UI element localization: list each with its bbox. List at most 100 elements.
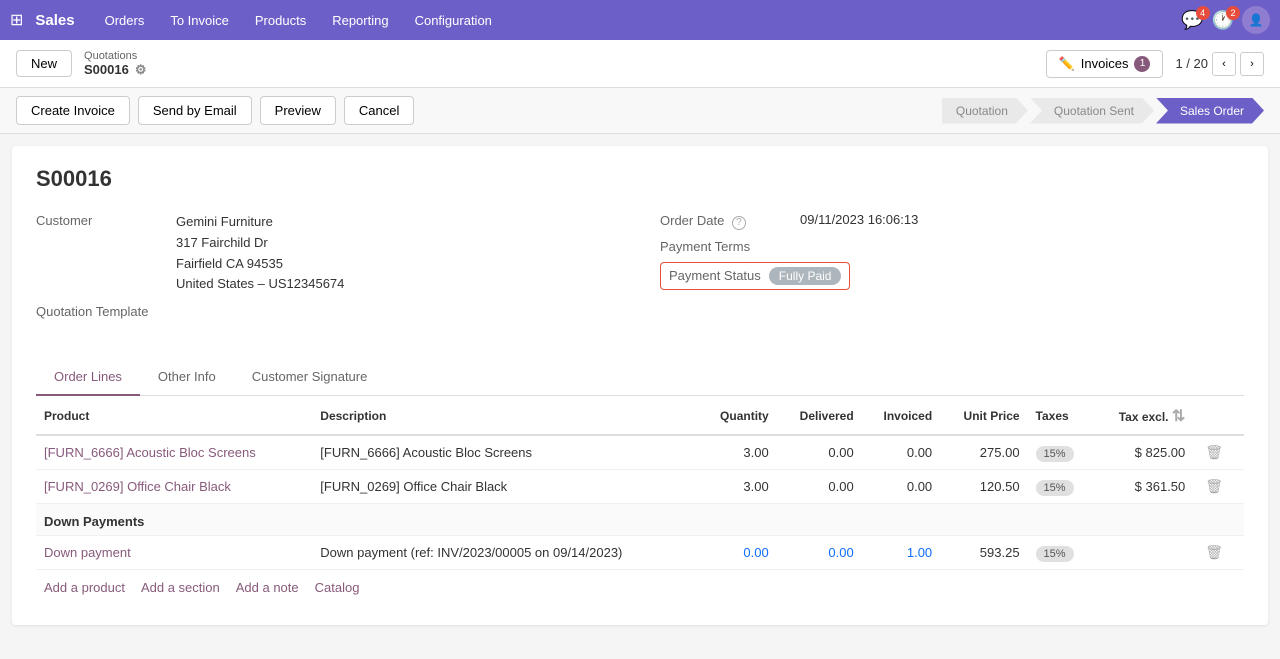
add-section-link[interactable]: Add a section: [141, 580, 220, 595]
next-page-button[interactable]: ›: [1240, 52, 1264, 76]
tab-other-info[interactable]: Other Info: [140, 359, 234, 396]
down-payment-description: Down payment (ref: INV/2023/00005 on 09/…: [312, 536, 698, 570]
create-invoice-button[interactable]: Create Invoice: [16, 96, 130, 125]
description-1: [FURN_6666] Acoustic Bloc Screens: [312, 435, 698, 470]
catalog-link[interactable]: Catalog: [315, 580, 360, 595]
taxes-2: 15%: [1028, 470, 1094, 504]
topnav-right: 💬 4 🕐 2 👤: [1181, 6, 1270, 34]
quotation-template-row: Quotation Template: [36, 303, 620, 319]
action-bar: Create Invoice Send by Email Preview Can…: [0, 88, 1280, 134]
delete-row-1-button[interactable]: 🗑: [1201, 442, 1227, 462]
customer-row: Customer Gemini Furniture 317 Fairchild …: [36, 212, 620, 295]
menu-to-invoice[interactable]: To Invoice: [160, 9, 239, 32]
col-quantity: Quantity: [698, 396, 776, 435]
invoiced-2: 0.00: [862, 470, 940, 504]
order-form: Customer Gemini Furniture 317 Fairchild …: [36, 212, 1244, 339]
customer-country: United States – US12345674: [176, 274, 344, 295]
order-table: Product Description Quantity Delivered I…: [36, 396, 1244, 570]
order-title: S00016: [36, 166, 1244, 192]
tabs: Order Lines Other Info Customer Signatur…: [36, 359, 1244, 396]
table-row: [FURN_6666] Acoustic Bloc Screens [FURN_…: [36, 435, 1244, 470]
pagination: 1 / 20 ‹ ›: [1175, 52, 1264, 76]
menu-orders[interactable]: Orders: [95, 9, 155, 32]
product-link-1[interactable]: [FURN_6666] Acoustic Bloc Screens: [44, 445, 256, 460]
add-note-link[interactable]: Add a note: [236, 580, 299, 595]
add-product-link[interactable]: Add a product: [44, 580, 125, 595]
delivered-1: 0.00: [777, 435, 862, 470]
main-content: S00016 Customer Gemini Furniture 317 Fai…: [12, 146, 1268, 625]
payment-terms-row: Payment Terms: [660, 238, 1244, 254]
app-name[interactable]: Sales: [35, 12, 74, 29]
down-payment-product[interactable]: Down payment: [44, 545, 131, 560]
payment-status-row: Payment Status Fully Paid: [660, 262, 1244, 290]
status-quotation[interactable]: Quotation: [942, 98, 1028, 124]
prev-page-button[interactable]: ‹: [1212, 52, 1236, 76]
quantity-1: 3.00: [698, 435, 776, 470]
new-button[interactable]: New: [16, 50, 72, 77]
down-payments-section: Down Payments: [36, 504, 1244, 536]
down-payment-taxes: 15%: [1028, 536, 1094, 570]
delivered-2: 0.00: [777, 470, 862, 504]
order-date-value: 09/11/2023 16:06:13: [800, 212, 918, 227]
tax-excl-2: $ 361.50: [1093, 470, 1193, 504]
table-row: [FURN_0269] Office Chair Black [FURN_026…: [36, 470, 1244, 504]
status-quotation-sent[interactable]: Quotation Sent: [1030, 98, 1154, 124]
customer-name[interactable]: Gemini Furniture: [176, 212, 344, 233]
tax-excl-1: $ 825.00: [1093, 435, 1193, 470]
col-description: Description: [312, 396, 698, 435]
col-taxes: Taxes: [1028, 396, 1094, 435]
messages-badge: 4: [1196, 6, 1210, 20]
menu-reporting[interactable]: Reporting: [322, 9, 398, 32]
down-payment-unit-price: 593.25: [940, 536, 1027, 570]
unit-price-2: 120.50: [940, 470, 1027, 504]
down-payment-invoiced: 1.00: [862, 536, 940, 570]
menu-products[interactable]: Products: [245, 9, 316, 32]
delete-row-2-button[interactable]: 🗑: [1201, 476, 1227, 496]
activities-icon[interactable]: 🕐 2: [1212, 10, 1234, 31]
invoices-button[interactable]: ✏️ Invoices 1: [1046, 50, 1164, 78]
reorder-columns-icon[interactable]: ⇅: [1172, 408, 1185, 425]
order-date-help-icon[interactable]: ?: [732, 216, 746, 230]
invoices-label: Invoices: [1081, 56, 1129, 71]
user-avatar[interactable]: 👤: [1242, 6, 1270, 34]
unit-price-1: 275.00: [940, 435, 1027, 470]
down-payment-quantity: 0.00: [698, 536, 776, 570]
cancel-button[interactable]: Cancel: [344, 96, 414, 125]
grid-icon[interactable]: ⊞: [10, 10, 23, 30]
add-row-actions: Add a product Add a section Add a note C…: [36, 570, 1244, 605]
col-tax-excl: Tax excl. ⇅: [1093, 396, 1193, 435]
fully-paid-badge: Fully Paid: [769, 267, 842, 285]
down-payment-delivered: 0.00: [777, 536, 862, 570]
breadcrumb-current: S00016: [84, 62, 129, 77]
delete-down-payment-button[interactable]: 🗑: [1201, 542, 1227, 562]
activities-badge: 2: [1226, 6, 1240, 20]
col-invoiced: Invoiced: [862, 396, 940, 435]
status-sales-order[interactable]: Sales Order: [1156, 98, 1264, 124]
down-payment-tax-excl: [1093, 536, 1193, 570]
payment-status-box: Payment Status Fully Paid: [660, 262, 850, 290]
tab-customer-signature[interactable]: Customer Signature: [234, 359, 386, 396]
status-trail: Quotation Quotation Sent Sales Order: [942, 98, 1264, 124]
customer-details: Gemini Furniture 317 Fairchild Dr Fairfi…: [176, 212, 344, 295]
menu-configuration[interactable]: Configuration: [405, 9, 502, 32]
settings-gear-icon[interactable]: ⚙: [135, 62, 147, 78]
form-left: Customer Gemini Furniture 317 Fairchild …: [36, 212, 620, 339]
quotation-template-label: Quotation Template: [36, 303, 166, 319]
preview-button[interactable]: Preview: [260, 96, 336, 125]
breadcrumb: Quotations S00016 ⚙: [84, 50, 1034, 78]
messages-icon[interactable]: 💬 4: [1181, 10, 1203, 31]
send-by-email-button[interactable]: Send by Email: [138, 96, 252, 125]
invoiced-1: 0.00: [862, 435, 940, 470]
customer-city: Fairfield CA 94535: [176, 254, 344, 275]
top-navigation: ⊞ Sales Orders To Invoice Products Repor…: [0, 0, 1280, 40]
sub-header: New Quotations S00016 ⚙ ✏️ Invoices 1 1 …: [0, 40, 1280, 88]
product-link-2[interactable]: [FURN_0269] Office Chair Black: [44, 479, 231, 494]
order-date-row: Order Date ? 09/11/2023 16:06:13: [660, 212, 1244, 230]
main-menu: Orders To Invoice Products Reporting Con…: [95, 9, 1182, 32]
order-date-label: Order Date ?: [660, 212, 790, 230]
invoices-count: 1: [1134, 56, 1150, 72]
tab-order-lines[interactable]: Order Lines: [36, 359, 140, 396]
customer-address: 317 Fairchild Dr: [176, 233, 344, 254]
breadcrumb-parent[interactable]: Quotations: [84, 50, 1034, 62]
payment-terms-label: Payment Terms: [660, 238, 790, 254]
